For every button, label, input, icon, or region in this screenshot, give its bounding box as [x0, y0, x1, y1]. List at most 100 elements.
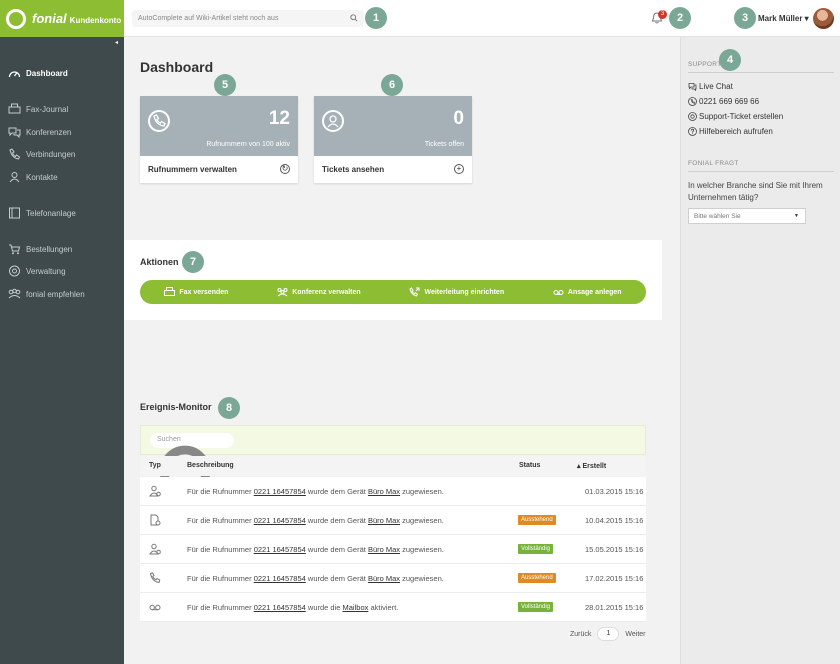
- notification-count-badge: 3: [658, 10, 667, 19]
- user-assign-icon: [149, 543, 161, 555]
- brand-area[interactable]: fonial Kundenkonto: [0, 0, 124, 37]
- tickets-card: 0 Tickets offen Tickets ansehen +: [314, 96, 472, 183]
- column-description[interactable]: Beschreibung: [187, 462, 234, 469]
- action-label: Fax versenden: [179, 288, 229, 296]
- table-row[interactable]: Für die Rufnummer 0221 16457854 wurde de…: [140, 477, 646, 506]
- phone-number-link[interactable]: 0221 16457854: [254, 574, 306, 583]
- cart-icon: [9, 244, 21, 255]
- fax-icon: [164, 287, 176, 296]
- survey-question: In welcher Branche sind Sie mit Ihrem Un…: [688, 181, 823, 202]
- sidebar-item-bestellungen[interactable]: Bestellungen: [8, 242, 72, 256]
- manage-conference-button[interactable]: Konferenz verwalten: [277, 287, 361, 297]
- question-icon: [688, 127, 697, 136]
- previous-page-button[interactable]: Zurück: [570, 631, 591, 638]
- callout-marker: 8: [218, 397, 240, 419]
- select-placeholder: Bitte wählen Sie: [694, 213, 741, 220]
- survey-heading: fonial fragt: [688, 160, 739, 167]
- sidebar-item-verwaltung[interactable]: Verwaltung: [8, 264, 66, 278]
- pagination: Zurück 1 Weiter: [570, 627, 646, 641]
- filter-bar: Suchen: [140, 425, 646, 512]
- active-numbers-count: 12: [268, 108, 290, 129]
- voicemail-icon: [553, 290, 564, 295]
- create-announcement-button[interactable]: Ansage anlegen: [553, 287, 622, 297]
- column-type[interactable]: Typ: [149, 462, 161, 469]
- pbx-icon: [9, 207, 20, 219]
- open-tickets-count: 0: [453, 108, 464, 129]
- phone-number-link[interactable]: 0221 16457854: [254, 603, 306, 612]
- avatar[interactable]: [813, 8, 834, 29]
- view-tickets-link[interactable]: Tickets ansehen +: [314, 156, 472, 183]
- open-tickets-label: Tickets offen: [424, 141, 464, 148]
- page-number-input[interactable]: 1: [597, 627, 620, 641]
- card-action-label: Tickets ansehen: [322, 165, 385, 174]
- device-link[interactable]: Büro Max: [368, 487, 400, 496]
- brand-subtitle: Kundenkonto: [69, 16, 122, 25]
- sidebar-item-label: Verwaltung: [26, 266, 66, 276]
- sidebar-item-telefonanlage[interactable]: Telefonanlage: [8, 206, 76, 220]
- table-row[interactable]: Für die Rufnummer 0221 16457854 wurde de…: [140, 506, 646, 535]
- event-description: Für die Rufnummer 0221 16457854 wurde de…: [187, 545, 444, 554]
- gear-icon: [9, 265, 20, 277]
- event-date: 28.01.2015 15:16: [585, 603, 644, 612]
- manage-numbers-link[interactable]: Rufnummern verwalten ↻: [140, 156, 298, 183]
- support-heading: Support: [688, 61, 722, 68]
- plus-icon[interactable]: +: [454, 164, 464, 174]
- create-ticket-link[interactable]: Support-Ticket erstellen: [688, 112, 783, 121]
- user-menu[interactable]: Mark Müller ▾: [758, 14, 809, 23]
- sidebar-item-kontakte[interactable]: Kontakte: [8, 170, 58, 184]
- setup-forwarding-button[interactable]: Weiterleitung einrichten: [409, 287, 504, 297]
- sidebar-item-verbindungen[interactable]: Verbindungen: [8, 147, 75, 161]
- callout-marker: 3: [734, 7, 756, 29]
- voicemail-icon: [149, 604, 161, 611]
- collapse-sidebar-icon[interactable]: ◂: [115, 39, 118, 46]
- live-chat-link[interactable]: Live Chat: [688, 82, 733, 91]
- sidebar-item-dashboard[interactable]: Dashboard: [8, 66, 68, 80]
- table-row[interactable]: Für die Rufnummer 0221 16457854 wurde de…: [140, 535, 646, 564]
- sidebar-item-fax-journal[interactable]: Fax-Journal: [8, 102, 68, 116]
- send-fax-button[interactable]: Fax versenden: [164, 287, 228, 297]
- event-description: Für die Rufnummer 0221 16457854 wurde di…: [187, 603, 399, 612]
- phone-icon: [9, 148, 21, 160]
- divider: [688, 72, 834, 73]
- callout-marker: 4: [719, 49, 741, 71]
- search-icon[interactable]: [350, 14, 358, 22]
- filter-search-input[interactable]: Suchen: [150, 433, 234, 512]
- event-date: 01.03.2015 15:16: [585, 487, 644, 496]
- fax-icon: [8, 103, 21, 114]
- industry-select[interactable]: Bitte wählen Sie ▼: [688, 208, 806, 224]
- document-icon: [150, 514, 161, 526]
- contacts-icon: [9, 172, 20, 183]
- rail-link-label: 0221 669 669 66: [699, 97, 760, 106]
- help-center-link[interactable]: Hilfebereich aufrufen: [688, 127, 773, 136]
- sidebar-item-fonial-empfehlen[interactable]: fonial empfehlen: [8, 287, 85, 301]
- status-badge: Vollständig: [518, 544, 554, 554]
- phone-number-link[interactable]: 0221 16457854: [254, 487, 306, 496]
- event-description: Für die Rufnummer 0221 16457854 wurde de…: [187, 516, 444, 525]
- mailbox-link[interactable]: Mailbox: [343, 603, 369, 612]
- sidebar-item-konferenzen[interactable]: Konferenzen: [8, 125, 71, 139]
- phone-icon: [149, 572, 161, 584]
- device-link[interactable]: Büro Max: [368, 516, 400, 525]
- device-link[interactable]: Büro Max: [368, 574, 400, 583]
- table-header: Typ Beschreibung Status ▴ Erstellt: [140, 456, 646, 476]
- next-page-button[interactable]: Weiter: [625, 631, 645, 638]
- callout-marker: 6: [381, 74, 403, 96]
- share-icon: [8, 288, 21, 299]
- support-phone-link[interactable]: 0221 669 669 66: [688, 97, 759, 106]
- refresh-icon[interactable]: ↻: [280, 164, 290, 174]
- phone-number-link[interactable]: 0221 16457854: [254, 516, 306, 525]
- phone-number-link[interactable]: 0221 16457854: [254, 545, 306, 554]
- device-link[interactable]: Büro Max: [368, 545, 400, 554]
- callout-marker: 7: [182, 251, 204, 273]
- column-created[interactable]: ▴ Erstellt: [577, 462, 606, 470]
- table-row[interactable]: Für die Rufnummer 0221 16457854 wurde de…: [140, 564, 646, 593]
- status-badge: Vollständig: [518, 602, 554, 612]
- wiki-search-input[interactable]: AutoComplete auf Wiki-Artikel steht noch…: [132, 10, 364, 27]
- page-title: Dashboard: [140, 59, 214, 75]
- top-bar: fonial Kundenkonto AutoComplete auf Wiki…: [0, 0, 840, 37]
- speedometer-icon: [8, 71, 21, 78]
- column-status[interactable]: Status: [519, 462, 540, 469]
- actions-title: Aktionen: [140, 257, 179, 267]
- table-row[interactable]: Für die Rufnummer 0221 16457854 wurde di…: [140, 593, 646, 622]
- actions-bar: Fax versenden Konferenz verwalten Weiter…: [140, 280, 646, 304]
